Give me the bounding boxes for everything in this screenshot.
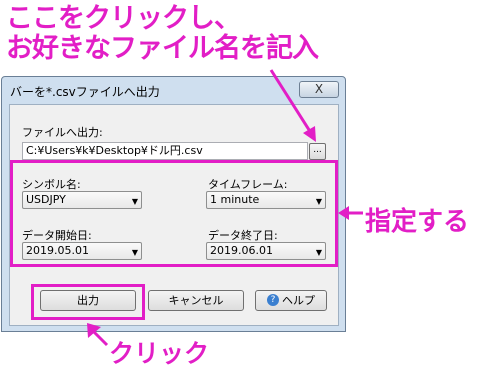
help-button[interactable]: ? ヘルプ [255,290,327,311]
file-path-field[interactable]: C:¥Users¥k¥Desktop¥ドル円.csv [22,142,308,160]
close-button[interactable]: X [299,81,339,98]
annotation-click: クリック [109,339,210,368]
close-icon: X [314,82,324,96]
annotation-instruction-line1: ここをクリックし、 [6,3,241,34]
output-file-label: ファイルへ出力: [22,126,103,139]
cancel-button[interactable]: キャンセル [148,290,244,311]
settings-highlight-box [10,160,338,267]
browse-button[interactable]: ... [309,143,326,160]
help-button-label: ヘルプ [282,294,315,307]
arrow-to-output-button [91,329,109,347]
annotation-instruction-line2: お好きなファイル名を記入 [6,33,319,64]
title-bar: バーを*.csvファイルへ出力 X [2,77,345,103]
dialog-title: バーを*.csvファイルへ出力 [10,85,160,99]
output-button-highlight-box [31,284,145,320]
help-icon: ? [267,294,279,306]
annotation-specify: 指定する [365,207,470,237]
